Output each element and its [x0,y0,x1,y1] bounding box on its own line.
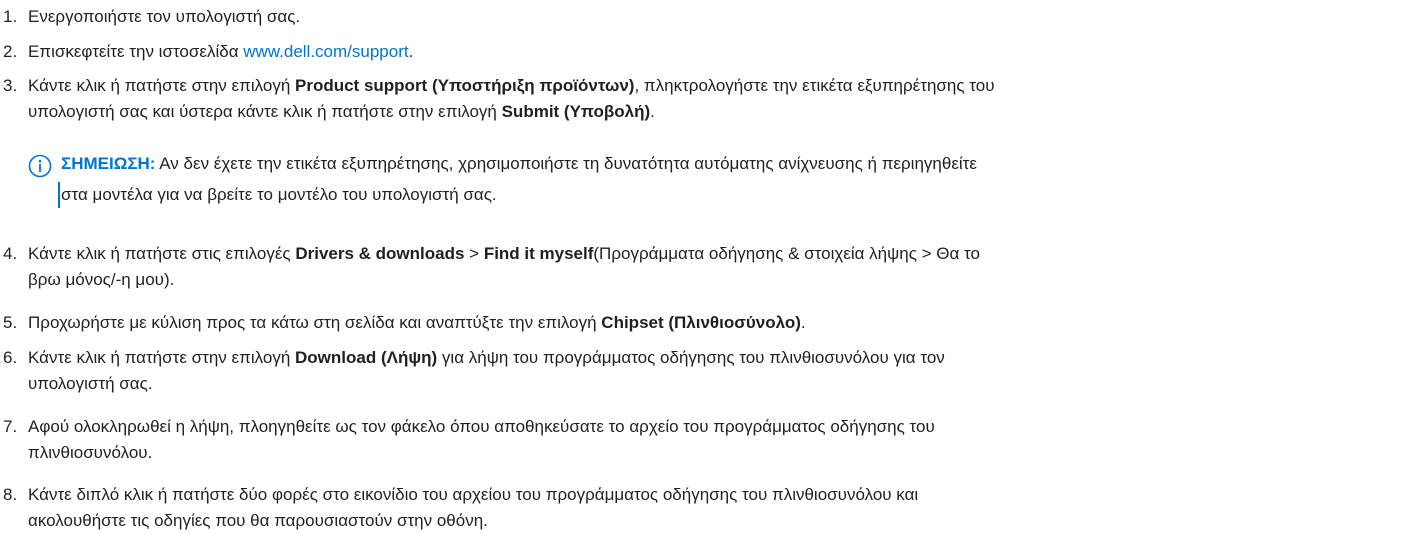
step-1: 1. Ενεργοποιήστε τον υπολογιστή σας. [0,4,1400,30]
step-7: 7. Αφού ολοκληρωθεί η λήψη, πλοηγηθείτε … [0,414,1400,466]
step-number: 6. [3,348,18,367]
download-term: Download (Λήψη) [295,348,438,367]
step-3: 3. Κάντε κλικ ή πατήστε στην επιλογή Pro… [0,73,1400,125]
step-text: Κάντε κλικ ή πατήστε στις επιλογές Drive… [28,244,980,289]
step-2: 2. Επισκεφτείτε την ιστοσελίδα www.dell.… [0,39,1400,65]
note-divider [58,182,60,208]
step-number: 2. [3,42,18,61]
step-number: 5. [3,313,18,332]
find-it-myself-term: Find it myself [483,244,594,263]
step-8: 8. Κάντε διπλό κλικ ή πατήστε δύο φορές … [0,482,1400,534]
step-number: 7. [3,417,18,436]
step-text: Κάντε διπλό κλικ ή πατήστε δύο φορές στο… [28,485,919,530]
note-text: ΣΗΜΕΙΩΣΗ: Αν δεν έχετε την ετικέτα εξυπη… [61,154,977,204]
step-number: 1. [3,7,18,26]
step-6: 6. Κάντε κλικ ή πατήστε στην επιλογή Dow… [0,345,1400,397]
note-label: ΣΗΜΕΙΩΣΗ: [61,154,156,173]
chipset-term: Chipset (Πλινθιοσύνολο) [601,313,801,332]
submit-term: Submit (Υποβολή) [501,102,651,121]
step-5: 5. Προχωρήστε με κύλιση προς τα κάτω στη… [0,310,1400,336]
step-text: Επισκεφτείτε την ιστοσελίδα www.dell.com… [28,42,414,61]
step-number: 4. [3,244,18,263]
info-circle-icon [28,154,52,178]
step-4: 4. Κάντε κλικ ή πατήστε στις επιλογές Dr… [0,241,1400,293]
step-text: Αφού ολοκληρωθεί η λήψη, πλοηγηθείτε ως … [28,417,935,462]
instruction-list: 1. Ενεργοποιήστε τον υπολογιστή σας. 2. … [0,0,1411,531]
step-number: 3. [3,76,18,95]
step-text: Κάντε κλικ ή πατήστε στην επιλογή Produc… [28,76,995,121]
product-support-term: Product support (Υποστήριξη προϊόντων) [295,76,635,95]
note-box: ΣΗΜΕΙΩΣΗ: Αν δεν έχετε την ετικέτα εξυπη… [28,148,1398,210]
dell-support-link[interactable]: www.dell.com/support [243,42,408,61]
step-number: 8. [3,485,18,504]
step-text: Κάντε κλικ ή πατήστε στην επιλογή Downlo… [28,348,945,393]
step-text: Προχωρήστε με κύλιση προς τα κάτω στη σε… [28,313,806,332]
drivers-downloads-term: Drivers & downloads [295,244,465,263]
step-text: Ενεργοποιήστε τον υπολογιστή σας. [28,7,301,26]
